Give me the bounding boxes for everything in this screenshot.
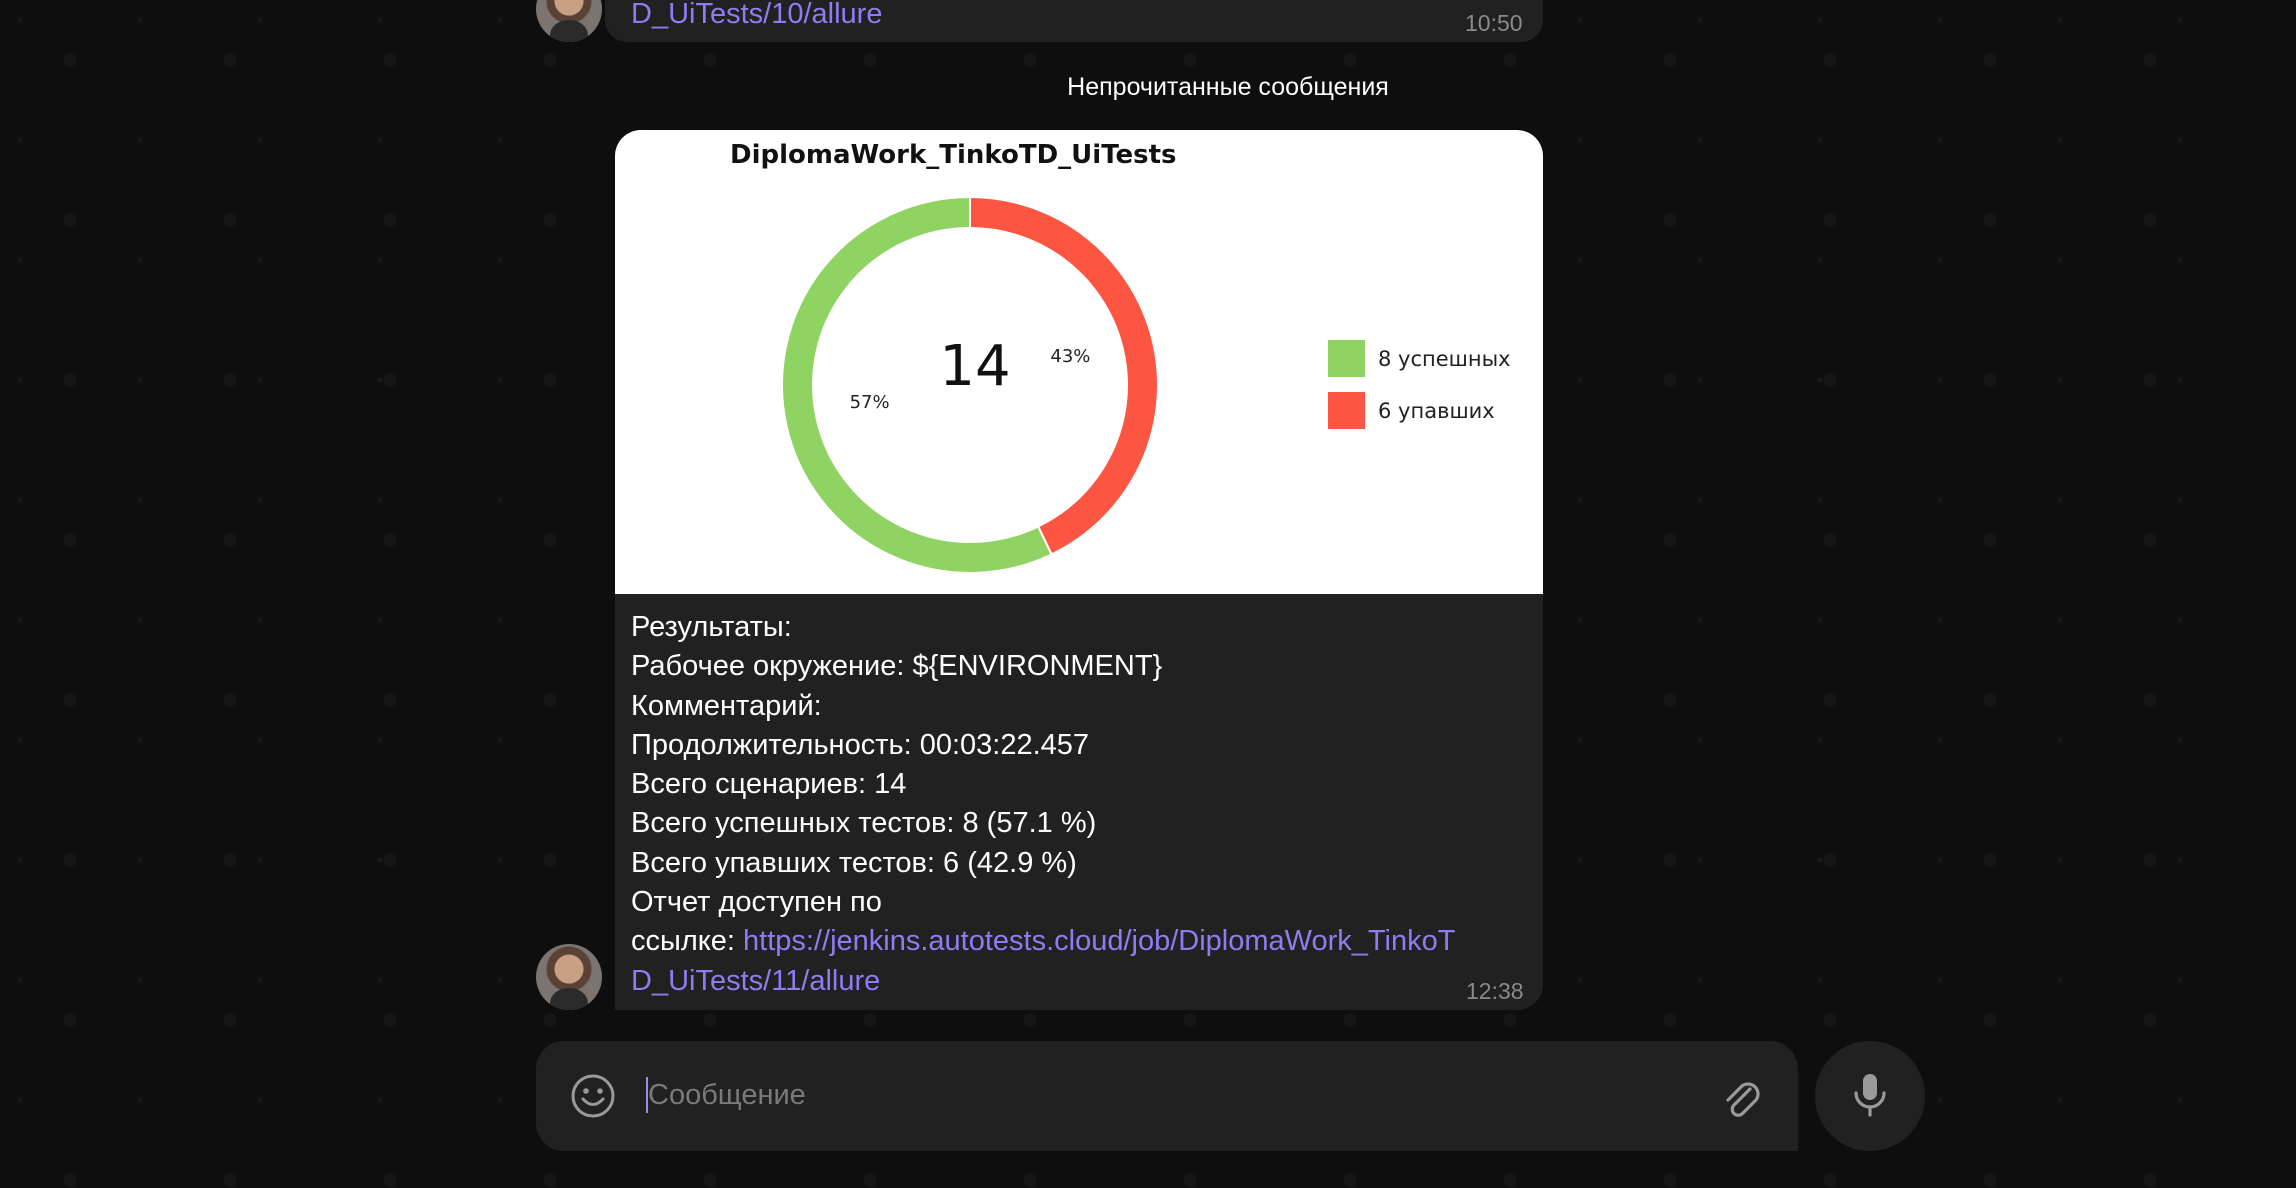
slice-percent-label: 43% xyxy=(1050,346,1090,367)
message-composer: Сообщение xyxy=(536,1041,1798,1151)
unread-messages-divider: Непрочитанные сообщения xyxy=(1067,73,1389,101)
line-total-failed: Всего упавших тестов: 6 (42.9 %) xyxy=(631,846,1077,879)
legend-label: 8 успешных xyxy=(1378,347,1511,371)
donut-slice-passed xyxy=(781,195,1053,574)
line-duration: Продолжительность: 00:03:22.457 xyxy=(631,728,1090,761)
previous-message-bubble: D_UiTests/10/allure 10:50 xyxy=(605,0,1543,42)
previous-message-time: 10:50 xyxy=(1465,10,1523,36)
line-comment: Комментарий: xyxy=(631,689,822,722)
report-link[interactable]: https://jenkins.autotests.cloud/job/Dipl… xyxy=(743,925,1455,957)
message-input[interactable]: Сообщение xyxy=(648,1079,806,1112)
chart-title: DiplomaWork_TinkoTD_UiTests xyxy=(730,140,1177,170)
line-results: Результаты: xyxy=(631,611,792,643)
message-bubble: DiplomaWork_TinkoTD_UiTests 43% 57% 14 8 … xyxy=(615,130,1543,1010)
legend-swatch xyxy=(1328,340,1365,377)
previous-message-link[interactable]: D_UiTests/10/allure xyxy=(631,0,882,31)
slice-percent-label: 57% xyxy=(850,392,890,413)
results-chart-image[interactable]: DiplomaWork_TinkoTD_UiTests 43% 57% 14 8 … xyxy=(615,130,1543,594)
legend-swatch xyxy=(1328,392,1365,429)
line-report-link: ссылке: https://jenkins.autotests.cloud/… xyxy=(631,922,1529,961)
line-environment: Рабочее окружение: ${ENVIRONMENT} xyxy=(631,650,1163,683)
message-time: 12:38 xyxy=(1466,978,1524,1004)
link-prefix: ссылке: xyxy=(631,925,744,958)
paperclip-icon[interactable] xyxy=(1720,1075,1762,1119)
chart-center-total: 14 xyxy=(939,334,1010,399)
line-total-scenarios: Всего сценариев: 14 xyxy=(631,768,907,801)
microphone-icon xyxy=(1854,1074,1886,1117)
sender-avatar-current[interactable] xyxy=(536,944,602,1010)
line-report-available: Отчет доступен по xyxy=(631,886,882,919)
legend-label: 6 упавших xyxy=(1378,399,1495,423)
report-link-continued[interactable]: D_UiTests/11/allure xyxy=(631,965,880,997)
voice-record-button[interactable] xyxy=(1815,1041,1925,1151)
message-text: Результаты: Рабочее окружение: ${ENVIRON… xyxy=(631,608,1529,1001)
chart-legend: 8 успешных 6 упавших xyxy=(1328,340,1511,429)
line-total-passed: Всего успешных тестов: 8 (57.1 %) xyxy=(631,807,1097,840)
results-chart: DiplomaWork_TinkoTD_UiTests 43% 57% 14 8 … xyxy=(730,140,1511,574)
emoji-icon[interactable] xyxy=(570,1073,616,1119)
